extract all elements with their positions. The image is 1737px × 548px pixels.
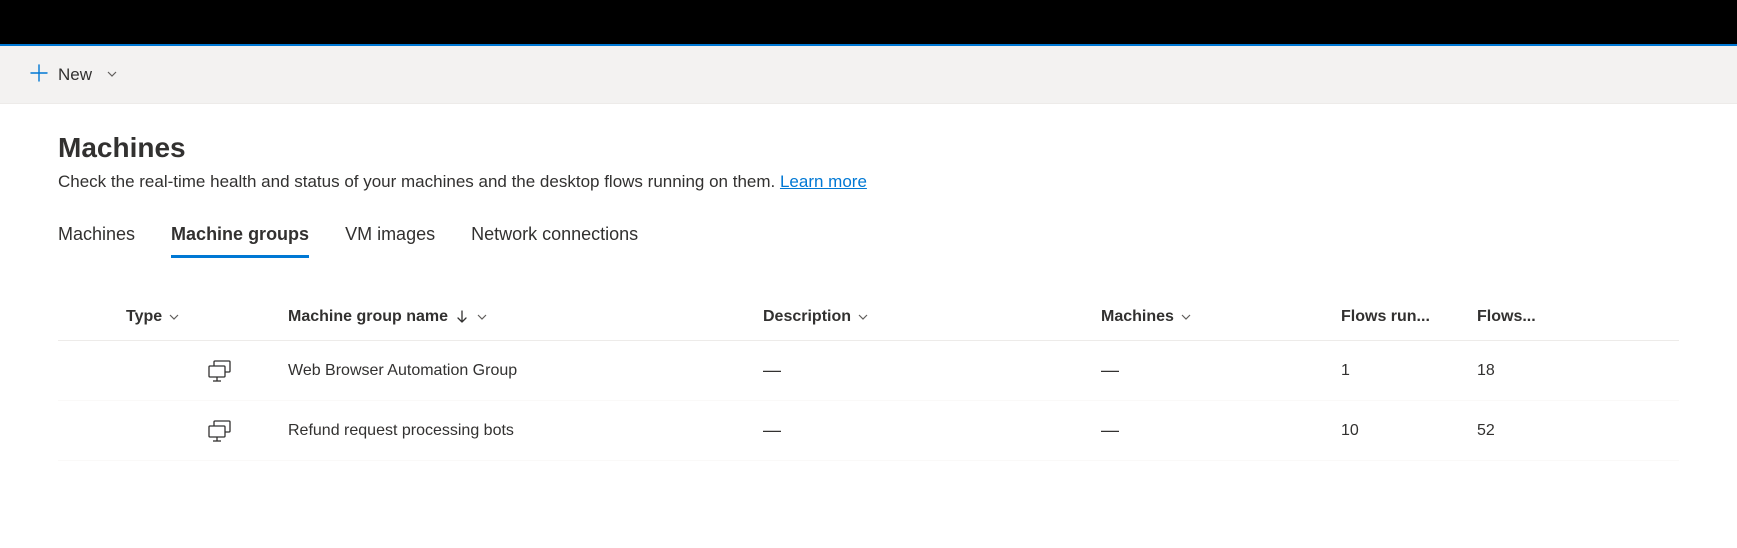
- tabs: Machines Machine groups VM images Networ…: [58, 224, 1679, 258]
- column-header-flows[interactable]: Flows...: [1477, 308, 1567, 326]
- row-description: —: [763, 360, 1101, 381]
- row-description: —: [763, 420, 1101, 441]
- row-machines: —: [1101, 420, 1341, 441]
- table-header-row: Type Machine group name Description Mach…: [58, 308, 1679, 341]
- top-black-bar: [0, 0, 1737, 44]
- new-button[interactable]: New: [20, 58, 128, 92]
- row-flows: 18: [1477, 362, 1567, 380]
- chevron-down-icon: [476, 311, 488, 323]
- page-title: Machines: [58, 132, 1679, 164]
- row-flows-running: 10: [1341, 422, 1477, 440]
- column-header-name[interactable]: Machine group name: [288, 308, 763, 326]
- chevron-down-icon: [168, 311, 180, 323]
- column-header-type-label: Type: [126, 308, 162, 326]
- row-name[interactable]: Web Browser Automation Group: [288, 362, 763, 380]
- row-machines: —: [1101, 360, 1341, 381]
- column-header-description-label: Description: [763, 308, 851, 326]
- page-subtitle-text: Check the real-time health and status of…: [58, 172, 780, 191]
- row-flows-running: 1: [1341, 362, 1477, 380]
- machine-groups-table: Type Machine group name Description Mach…: [58, 308, 1679, 461]
- tab-network-connections[interactable]: Network connections: [471, 224, 638, 258]
- page-content: Machines Check the real-time health and …: [0, 104, 1737, 461]
- column-header-type[interactable]: Type: [58, 308, 288, 326]
- chevron-down-icon: [1180, 311, 1192, 323]
- tab-vm-images[interactable]: VM images: [345, 224, 435, 258]
- machine-group-icon: [208, 419, 232, 443]
- new-button-label: New: [58, 65, 92, 85]
- command-bar: New: [0, 46, 1737, 104]
- column-header-description[interactable]: Description: [763, 308, 1101, 326]
- column-header-name-label: Machine group name: [288, 308, 448, 326]
- learn-more-link[interactable]: Learn more: [780, 172, 867, 191]
- tab-machines[interactable]: Machines: [58, 224, 135, 258]
- chevron-down-icon: [106, 65, 118, 85]
- table-row[interactable]: Refund request processing bots — — 10 52: [58, 401, 1679, 461]
- table-row[interactable]: Web Browser Automation Group — — 1 18: [58, 341, 1679, 401]
- column-header-flows-running[interactable]: Flows run...: [1341, 308, 1477, 326]
- row-flows: 52: [1477, 422, 1567, 440]
- tab-machine-groups[interactable]: Machine groups: [171, 224, 309, 258]
- chevron-down-icon: [857, 311, 869, 323]
- page-subtitle: Check the real-time health and status of…: [58, 172, 1679, 192]
- column-header-machines-label: Machines: [1101, 308, 1174, 326]
- row-name[interactable]: Refund request processing bots: [288, 422, 763, 440]
- machine-group-icon: [208, 359, 232, 383]
- plus-icon: [30, 64, 48, 86]
- column-header-machines[interactable]: Machines: [1101, 308, 1341, 326]
- sort-down-icon: [456, 310, 468, 324]
